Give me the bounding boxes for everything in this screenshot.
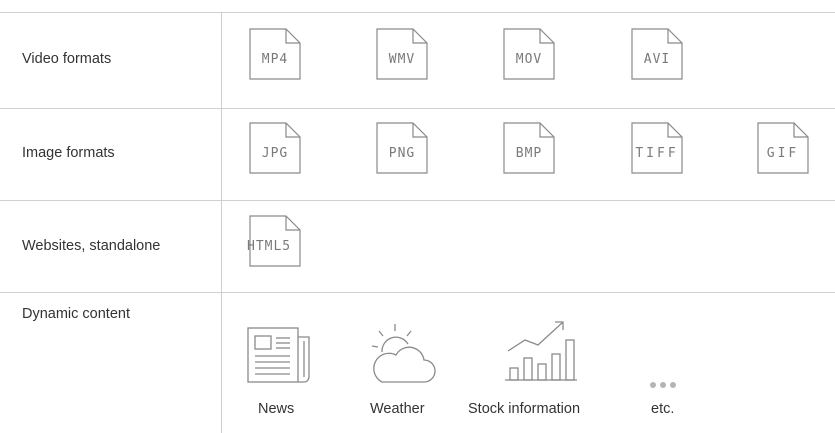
bmp-file-icon: BMP (503, 122, 555, 174)
avi-file-icon: AVI (631, 28, 683, 80)
file-format-label: BMP (515, 146, 543, 161)
row-label-dynamic-content: Dynamic content (22, 306, 130, 322)
html5-file-icon: HTML5 (247, 215, 303, 267)
mov-file-icon: MOV (503, 28, 555, 80)
stock-chart-icon (505, 318, 577, 382)
row-divider (0, 108, 835, 109)
file-format-label: MP4 (261, 52, 289, 67)
row-label-video-formats: Video formats (22, 51, 112, 67)
row-label-image-formats: Image formats (22, 145, 115, 161)
png-file-icon: PNG (376, 122, 428, 174)
mp4-file-icon: MP4 (249, 28, 301, 80)
news-label: News (258, 401, 295, 417)
file-format-label: HTML5 (247, 239, 292, 254)
file-format-label: PNG (388, 146, 416, 161)
row-divider (0, 12, 835, 13)
column-divider (221, 12, 222, 433)
row-divider (0, 292, 835, 293)
etc-label: etc. (651, 401, 675, 417)
jpg-file-icon: JPG (249, 122, 301, 174)
row-label-websites: Websites, standalone (22, 238, 161, 254)
more-dots-icon (650, 375, 686, 388)
file-format-label: TIFF (635, 146, 679, 161)
newspaper-icon (247, 325, 313, 385)
file-format-label: WMV (388, 52, 416, 67)
weather-label: Weather (370, 401, 425, 417)
tiff-file-icon: TIFF (631, 122, 683, 174)
sun-cloud-icon (368, 322, 438, 386)
file-format-label: AVI (643, 52, 671, 67)
row-divider (0, 200, 835, 201)
wmv-file-icon: WMV (376, 28, 428, 80)
stock-information-label: Stock information (468, 401, 581, 417)
file-format-label: GIF (766, 146, 800, 161)
file-format-label: JPG (261, 146, 289, 161)
file-format-label: MOV (515, 52, 543, 67)
format-table: Video formats Image formats Websites, st… (0, 0, 835, 433)
gif-file-icon: GIF (757, 122, 809, 174)
